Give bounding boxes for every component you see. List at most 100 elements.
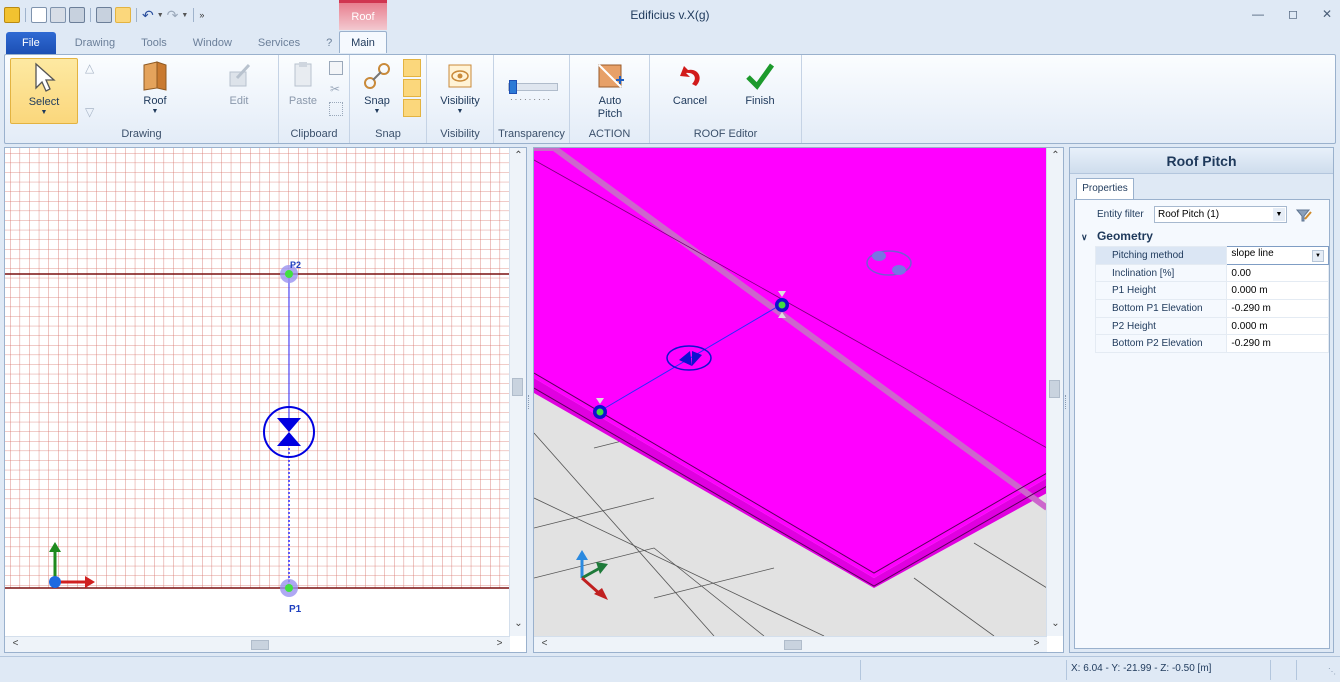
minimize-icon[interactable]: — [1252,7,1264,21]
edit-label: Edit [229,95,249,107]
property-name: Inclination [%] [1094,263,1228,283]
3d-hscroll-thumb[interactable] [784,640,802,650]
group-visibility-label: Visibility [440,128,480,140]
auto-pitch-icon [594,60,626,92]
entity-filter-value: Roof Pitch (1) [1158,209,1220,220]
tab-drawing[interactable]: Drawing [62,32,128,54]
plan-view-pane[interactable]: P2 P1 ⌃ ⌄ < > [4,147,527,653]
chevron-down-icon[interactable]: ▼ [1312,250,1324,263]
snap-line-icon[interactable] [403,79,421,97]
roof-book-icon [139,60,171,92]
snap-button[interactable]: Snap ▼ [354,58,400,122]
property-name: P2 Height [1094,316,1228,336]
splitter-grip-left[interactable] [528,395,532,409]
auto-pitch-label-1: Auto [598,95,622,107]
group-roof-editor: Cancel Finish ROOF Editor [650,55,802,143]
3d-view-canvas[interactable] [534,148,1047,636]
close-icon[interactable]: ✕ [1322,7,1332,21]
auto-pitch-label-2: Pitch [597,108,623,120]
window-title: Edificius v.X(g) [630,8,710,22]
property-row: P2 Height 0.000 m [1094,316,1329,336]
visibility-label: Visibility [440,95,480,107]
roof-dropdown-icon: ▼ [151,108,159,115]
property-row: Bottom P1 Elevation -0.290 m [1094,299,1329,318]
transparency-slider[interactable] [508,80,558,94]
group-visibility: Visibility ▼ Visibility [427,55,494,143]
scroll-right-arrow-icon[interactable]: > [1028,638,1045,649]
scroll-down-arrow-icon[interactable]: ⌄ [510,618,526,629]
property-row: Pitching method slope line ▼ [1094,246,1329,265]
plan-vertical-scrollbar[interactable]: ⌃ ⌄ [509,148,526,636]
property-value[interactable]: 0.000 m [1226,316,1329,336]
group-clipboard-label: Clipboard [290,128,338,140]
filter-edit-icon[interactable] [1294,206,1312,224]
properties-title: Roof Pitch [1070,148,1333,174]
tab-properties[interactable]: Properties [1076,178,1134,200]
scroll-down-arrow-icon[interactable]: ⌄ [1047,618,1063,629]
snap-point-icon[interactable] [403,59,421,77]
tab-window[interactable]: Window [180,32,245,54]
property-name: Bottom P2 Elevation [1094,334,1228,354]
label-p1: P1 [289,604,302,615]
roof-button[interactable]: Roof ▼ [125,58,185,122]
copy-icon[interactable] [329,61,343,75]
3d-vertical-scrollbar[interactable]: ⌃ ⌄ [1046,148,1063,636]
3d-view-pane[interactable]: ⌃ ⌄ < > [533,147,1064,653]
cursor-arrow-icon [28,61,60,93]
paste-button[interactable]: Paste [285,58,321,122]
property-value[interactable]: -0.290 m [1226,334,1329,354]
plan-view-canvas[interactable] [5,148,510,636]
plan-hscroll-thumb[interactable] [251,640,269,650]
group-snap-label: Snap [375,128,401,140]
tab-services[interactable]: Services [245,32,313,54]
auto-pitch-button[interactable]: Auto Pitch [582,58,638,122]
finish-button[interactable]: Finish [732,58,788,122]
ribbon: Select ▼ △ ▽ Roof ▼ Edit Drawing Paste ✂… [4,54,1336,144]
visibility-button[interactable]: Visibility ▼ [432,58,488,122]
scroll-up-arrow-icon[interactable]: ⌃ [510,150,526,161]
cancel-undo-arrow-icon [674,60,706,92]
tab-tools[interactable]: Tools [128,32,180,54]
cut-icon[interactable]: ✂ [330,82,340,96]
window-controls: — ◻ ✕ [1252,7,1332,21]
scroll-up-arrow-icon[interactable]: ⌃ [1047,150,1063,161]
property-value[interactable]: 0.00 [1226,263,1329,283]
plan-horizontal-scrollbar[interactable]: < > [5,636,510,652]
property-value[interactable]: 0.000 m [1226,281,1329,301]
point-p1-handle[interactable] [280,579,298,597]
select-dropdown-icon: ▼ [40,109,48,116]
group-drawing: Select ▼ △ ▽ Roof ▼ Edit Drawing [5,55,279,143]
select-all-icon[interactable] [329,102,343,116]
3d-vscroll-thumb[interactable] [1049,380,1060,398]
edit-button[interactable]: Edit [209,58,269,122]
cancel-button[interactable]: Cancel [662,58,718,122]
tab-main[interactable]: Main [339,31,387,53]
select-button[interactable]: Select ▼ [10,58,78,124]
resize-grip-icon[interactable]: ⋱ [1328,667,1336,676]
entity-filter-label: Entity filter [1097,209,1144,220]
transparency-slider-thumb[interactable] [509,80,517,94]
tab-file[interactable]: File [6,32,56,54]
scroll-up-icon[interactable]: △ [85,61,94,75]
scroll-left-arrow-icon[interactable]: < [7,638,24,649]
scroll-right-arrow-icon[interactable]: > [491,638,508,649]
collapse-chevron-icon[interactable]: ∨ [1081,232,1088,242]
transparency-ticks: ········· [510,95,552,104]
maximize-icon[interactable]: ◻ [1288,7,1298,21]
plan-vscroll-thumb[interactable] [512,378,523,396]
group-drawing-label: Drawing [121,128,162,140]
pitching-method-select[interactable]: slope line ▼ [1226,246,1329,265]
property-value[interactable]: -0.290 m [1226,299,1329,318]
entity-filter-select[interactable]: Roof Pitch (1) ▼ [1154,206,1287,223]
scroll-left-arrow-icon[interactable]: < [536,638,553,649]
property-name: P1 Height [1094,281,1228,301]
splitter-grip-right[interactable] [1065,395,1069,409]
scroll-down-icon[interactable]: ▽ [85,105,94,119]
3d-horizontal-scrollbar[interactable]: < > [534,636,1047,652]
snap-label: Snap [364,95,390,107]
finish-checkmark-icon [744,60,776,92]
snap-grid-icon[interactable] [403,99,421,117]
property-row: Bottom P2 Elevation -0.290 m [1094,334,1329,354]
category-geometry[interactable]: ∨ Geometry [1075,229,1329,245]
chevron-down-icon[interactable]: ▼ [1273,208,1285,221]
